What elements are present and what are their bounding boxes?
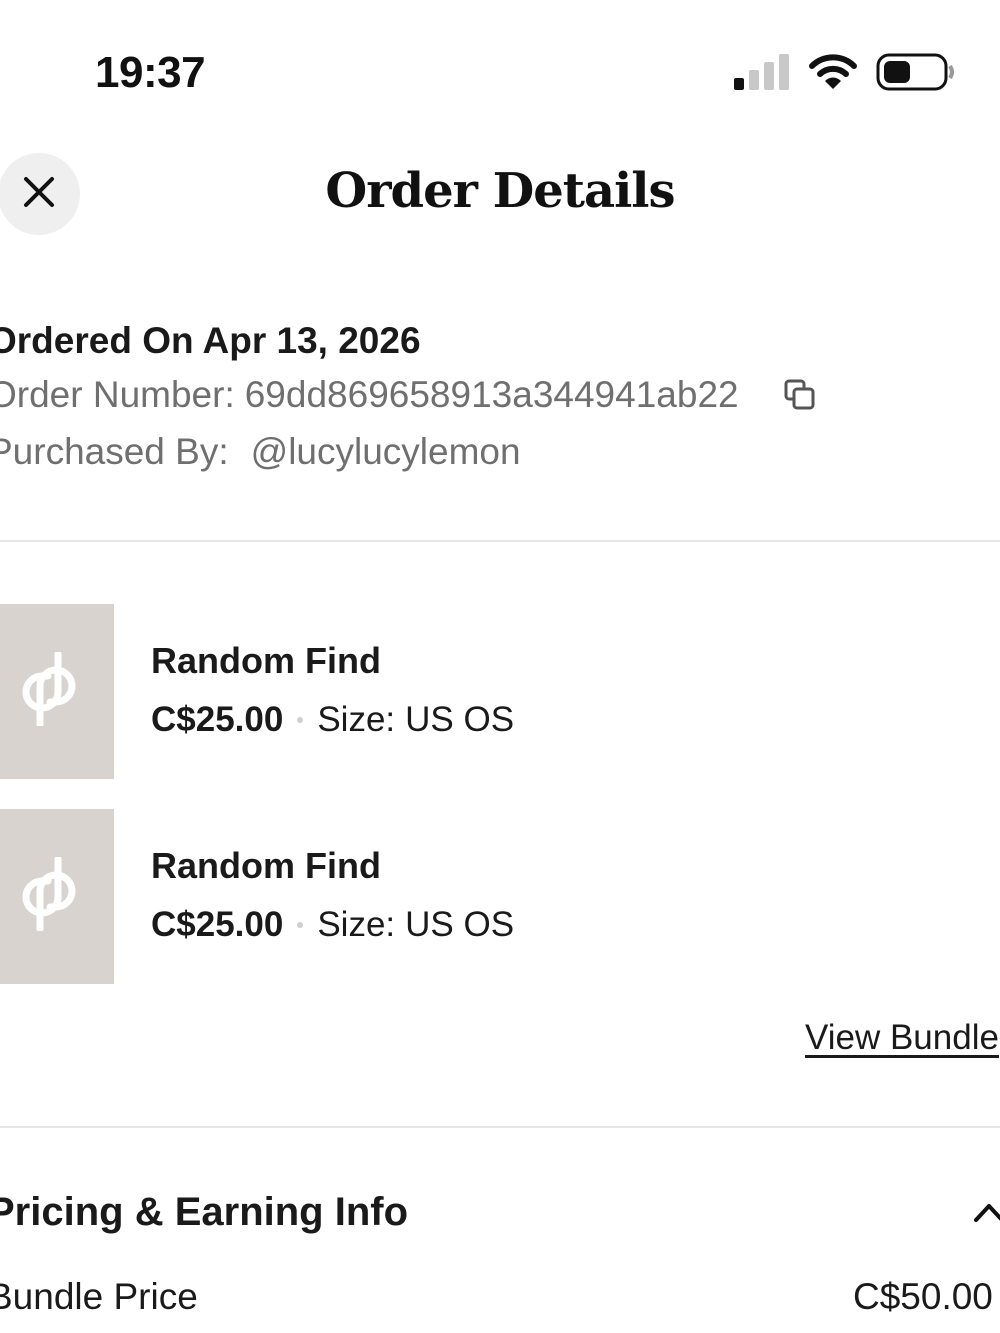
purchased-by-label: Purchased By:	[0, 431, 229, 472]
item-size: US OS	[405, 700, 515, 739]
item-price: C$25.00	[151, 700, 284, 739]
wifi-icon	[808, 53, 858, 96]
ordered-on-date: Ordered On Apr 13, 2026	[0, 320, 421, 361]
view-bundle-link[interactable]: View Bundle	[805, 1018, 999, 1058]
order-info: Ordered On Apr 13, 2026 Order Number: 69…	[0, 316, 817, 480]
item-title[interactable]: Random Find	[151, 640, 381, 682]
item-price: C$25.00	[151, 905, 284, 944]
item-meta: C$25.00 Size: US OS	[151, 905, 514, 945]
separator-dot	[297, 717, 304, 723]
bundle-price-value: C$50.00	[853, 1276, 993, 1317]
item-size-label: Size:	[317, 905, 396, 944]
order-item[interactable]: Random Find C$25.00 Size: US OS	[0, 604, 1000, 779]
separator-dot	[297, 922, 304, 928]
item-size-label: Size:	[317, 700, 396, 739]
page-title: Order Details	[325, 163, 675, 219]
order-item[interactable]: Random Find C$25.00 Size: US OS	[0, 809, 1000, 984]
item-thumbnail[interactable]	[0, 604, 114, 779]
pricing-section-title[interactable]: Pricing & Earning Info	[0, 1190, 408, 1235]
chevron-up-icon[interactable]	[972, 1200, 1000, 1229]
poshmark-logo-icon	[0, 855, 82, 936]
status-time: 19:37	[95, 48, 206, 97]
copy-icon[interactable]	[783, 378, 817, 412]
divider	[0, 1126, 1000, 1128]
status-icons	[734, 52, 956, 96]
cellular-signal-icon	[734, 52, 790, 97]
bundle-price-label: Bundle Price	[0, 1276, 198, 1317]
order-number-value: 69dd869658913a344941ab22	[244, 374, 739, 415]
divider	[0, 540, 1000, 542]
item-meta: C$25.00 Size: US OS	[151, 700, 514, 740]
purchased-by-row: Purchased By: @lucylucylemon	[0, 423, 817, 480]
poshmark-logo-icon	[0, 650, 82, 731]
item-thumbnail[interactable]	[0, 809, 114, 984]
battery-icon	[876, 52, 956, 97]
item-size: US OS	[405, 905, 515, 944]
purchased-by-username[interactable]: @lucylucylemon	[251, 423, 521, 480]
item-title[interactable]: Random Find	[151, 845, 381, 887]
order-number-label: Order Number:	[0, 374, 235, 415]
order-number-row: Order Number: 69dd869658913a344941ab22	[0, 366, 817, 423]
